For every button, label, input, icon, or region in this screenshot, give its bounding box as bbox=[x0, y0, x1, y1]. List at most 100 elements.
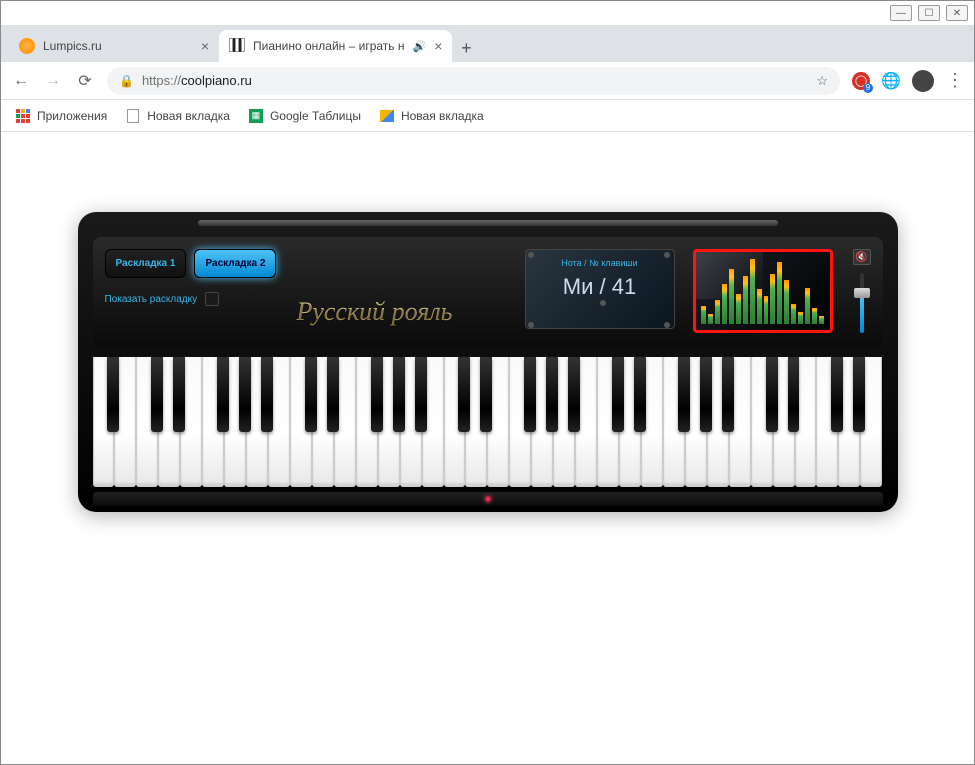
note-display: Нота / № клавиши Ми / 41 bbox=[525, 249, 675, 329]
black-key[interactable] bbox=[217, 357, 229, 432]
visualizer-bar bbox=[798, 312, 803, 324]
favicon-icon bbox=[19, 38, 35, 54]
window-titlebar: — ☐ ✕ bbox=[1, 1, 974, 26]
extension-globe-icon[interactable]: 🌐 bbox=[882, 72, 900, 90]
close-tab-icon[interactable]: × bbox=[201, 38, 209, 54]
black-key[interactable] bbox=[524, 357, 536, 432]
tab-lumpics[interactable]: Lumpics.ru × bbox=[9, 30, 219, 62]
white-key[interactable] bbox=[356, 357, 378, 487]
window-maximize-button[interactable]: ☐ bbox=[918, 5, 940, 21]
black-key[interactable] bbox=[458, 357, 470, 432]
show-layout-checkbox[interactable] bbox=[205, 292, 219, 306]
black-key[interactable] bbox=[261, 357, 273, 432]
bookmarks-bar: Приложения Новая вкладка ▦ Google Таблиц… bbox=[1, 100, 974, 132]
visualizer-bar bbox=[701, 306, 706, 324]
visualizer-bar bbox=[819, 316, 824, 324]
white-key[interactable] bbox=[509, 357, 531, 487]
visualizer-bar bbox=[708, 314, 713, 324]
black-key[interactable] bbox=[634, 357, 646, 432]
window-close-button[interactable]: ✕ bbox=[946, 5, 968, 21]
black-key[interactable] bbox=[107, 357, 119, 432]
bookmark-label: Google Таблицы bbox=[270, 109, 361, 123]
black-key[interactable] bbox=[305, 357, 317, 432]
audio-visualizer[interactable] bbox=[693, 249, 833, 333]
url-scheme: https://coolpiano.ru bbox=[142, 73, 252, 88]
black-key[interactable] bbox=[700, 357, 712, 432]
browser-toolbar: ← → ⟳ 🔒 https://coolpiano.ru ☆ ◯ 🌐 ⋮ bbox=[1, 62, 974, 100]
bookmark-star-icon[interactable]: ☆ bbox=[816, 73, 828, 89]
black-key[interactable] bbox=[831, 357, 843, 432]
page-viewport[interactable]: Раскладка 1 Раскладка 2 Показать расклад… bbox=[2, 132, 973, 763]
white-key[interactable] bbox=[202, 357, 224, 487]
close-tab-icon[interactable]: × bbox=[434, 38, 442, 54]
black-key[interactable] bbox=[239, 357, 251, 432]
profile-avatar[interactable] bbox=[912, 70, 934, 92]
white-key[interactable] bbox=[751, 357, 773, 487]
visualizer-bar bbox=[736, 294, 741, 324]
white-key[interactable] bbox=[816, 357, 838, 487]
piano-top-bar bbox=[198, 220, 778, 226]
visualizer-bar bbox=[805, 288, 810, 324]
visualizer-bar bbox=[812, 308, 817, 324]
black-key[interactable] bbox=[722, 357, 734, 432]
piano-bottom-strip bbox=[93, 492, 883, 506]
back-button[interactable]: ← bbox=[11, 71, 31, 91]
audio-playing-icon[interactable]: 🔊 bbox=[413, 40, 427, 53]
black-key[interactable] bbox=[327, 357, 339, 432]
visualizer-bar bbox=[791, 304, 796, 324]
black-key[interactable] bbox=[546, 357, 558, 432]
black-key[interactable] bbox=[612, 357, 624, 432]
visualizer-bar bbox=[757, 289, 762, 324]
black-key[interactable] bbox=[853, 357, 865, 432]
black-key[interactable] bbox=[415, 357, 427, 432]
document-icon bbox=[125, 108, 141, 124]
volume-fill bbox=[860, 295, 864, 333]
piano-brand-title: Русский рояль bbox=[296, 297, 452, 327]
mute-button[interactable]: 🔇 bbox=[853, 249, 871, 265]
black-key[interactable] bbox=[371, 357, 383, 432]
note-display-value: Ми / 41 bbox=[534, 274, 666, 300]
visualizer-bar bbox=[722, 284, 727, 324]
visualizer-bar bbox=[750, 259, 755, 324]
layout-1-button[interactable]: Раскладка 1 bbox=[105, 249, 187, 278]
black-key[interactable] bbox=[678, 357, 690, 432]
reload-button[interactable]: ⟳ bbox=[75, 71, 95, 91]
bookmark-sheets[interactable]: ▦ Google Таблицы bbox=[248, 108, 361, 124]
layout-2-button[interactable]: Раскладка 2 bbox=[194, 249, 276, 278]
window-minimize-button[interactable]: — bbox=[890, 5, 912, 21]
black-key[interactable] bbox=[151, 357, 163, 432]
black-key[interactable] bbox=[568, 357, 580, 432]
browser-menu-button[interactable]: ⋮ bbox=[946, 70, 964, 91]
new-tab-button[interactable]: + bbox=[452, 34, 480, 62]
apps-icon bbox=[15, 108, 31, 124]
visualizer-bar bbox=[715, 300, 720, 324]
piano-widget: Раскладка 1 Раскладка 2 Показать расклад… bbox=[78, 212, 898, 512]
volume-thumb[interactable] bbox=[854, 288, 870, 298]
white-key[interactable] bbox=[663, 357, 685, 487]
sheets-icon: ▦ bbox=[248, 108, 264, 124]
bookmark-newtab-1[interactable]: Новая вкладка bbox=[125, 108, 230, 124]
forward-button: → bbox=[43, 71, 63, 91]
bookmark-apps[interactable]: Приложения bbox=[15, 108, 107, 124]
volume-slider[interactable] bbox=[860, 273, 864, 333]
address-bar[interactable]: 🔒 https://coolpiano.ru ☆ bbox=[107, 67, 840, 95]
image-icon bbox=[379, 108, 395, 124]
bookmark-newtab-2[interactable]: Новая вкладка bbox=[379, 108, 484, 124]
black-key[interactable] bbox=[173, 357, 185, 432]
extension-adblock-icon[interactable]: ◯ bbox=[852, 72, 870, 90]
favicon-icon bbox=[229, 38, 245, 54]
show-layout-label: Показать раскладку bbox=[105, 294, 198, 305]
visualizer-bar bbox=[777, 262, 782, 324]
bookmark-label: Приложения bbox=[37, 109, 107, 123]
tab-coolpiano[interactable]: Пианино онлайн – играть н 🔊 × bbox=[219, 30, 452, 62]
white-key[interactable] bbox=[444, 357, 466, 487]
white-key[interactable] bbox=[597, 357, 619, 487]
black-key[interactable] bbox=[480, 357, 492, 432]
black-key[interactable] bbox=[788, 357, 800, 432]
black-key[interactable] bbox=[766, 357, 778, 432]
visualizer-bar bbox=[770, 274, 775, 324]
white-key[interactable] bbox=[290, 357, 312, 487]
black-key[interactable] bbox=[393, 357, 405, 432]
white-key[interactable] bbox=[93, 357, 115, 487]
white-key[interactable] bbox=[136, 357, 158, 487]
